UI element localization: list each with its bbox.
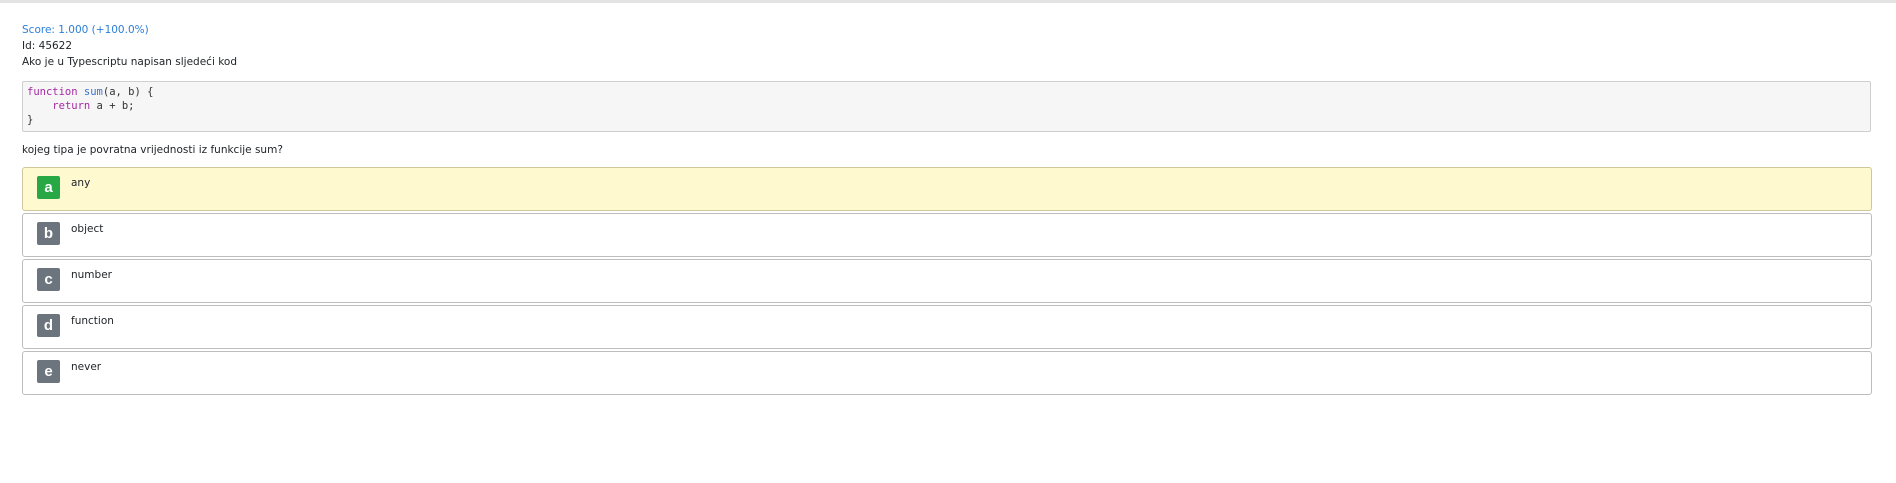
answer-letter-badge: c <box>37 268 60 291</box>
question-id: Id: 45622 <box>22 40 73 52</box>
code-text: a + b; <box>90 100 135 112</box>
answer-letter-badge: b <box>37 222 60 245</box>
code-keyword: function <box>27 86 78 98</box>
question-container: Score: 1.000 (+100.0%) Id: 45622 Ako je … <box>22 24 1872 397</box>
top-border <box>0 0 1896 3</box>
question-intro: Ako je u Typescriptu napisan sljedeći ko… <box>22 56 238 68</box>
code-line-2: return a + b; <box>27 99 1866 113</box>
code-function-name: sum <box>83 86 103 98</box>
answer-letter-badge: a <box>37 176 60 199</box>
code-line-3: } <box>27 114 34 126</box>
answer-text: function <box>71 315 114 327</box>
answer-letter-badge: d <box>37 314 60 337</box>
answer-option-b[interactable]: b object <box>22 213 1872 257</box>
answer-text: number <box>71 269 112 281</box>
answer-letter-badge: e <box>37 360 60 383</box>
answer-text: any <box>71 177 91 189</box>
code-line-1: function sum(a, b) { <box>27 85 1866 99</box>
answer-option-d[interactable]: d function <box>22 305 1872 349</box>
answer-option-e[interactable]: e never <box>22 351 1872 395</box>
code-text: (a, b) { <box>102 86 154 98</box>
answer-option-c[interactable]: c number <box>22 259 1872 303</box>
code-block: function sum(a, b) { return a + b; } <box>22 81 1871 132</box>
answer-text: never <box>71 361 102 373</box>
answer-text: object <box>71 223 104 235</box>
answer-list: a any b object c number d function e nev… <box>22 167 1872 395</box>
code-keyword: return <box>52 100 91 112</box>
score-text: Score: 1.000 (+100.0%) <box>22 24 149 36</box>
answer-option-a[interactable]: a any <box>22 167 1872 211</box>
sub-question: kojeg tipa je povratna vrijednosti iz fu… <box>22 144 283 156</box>
